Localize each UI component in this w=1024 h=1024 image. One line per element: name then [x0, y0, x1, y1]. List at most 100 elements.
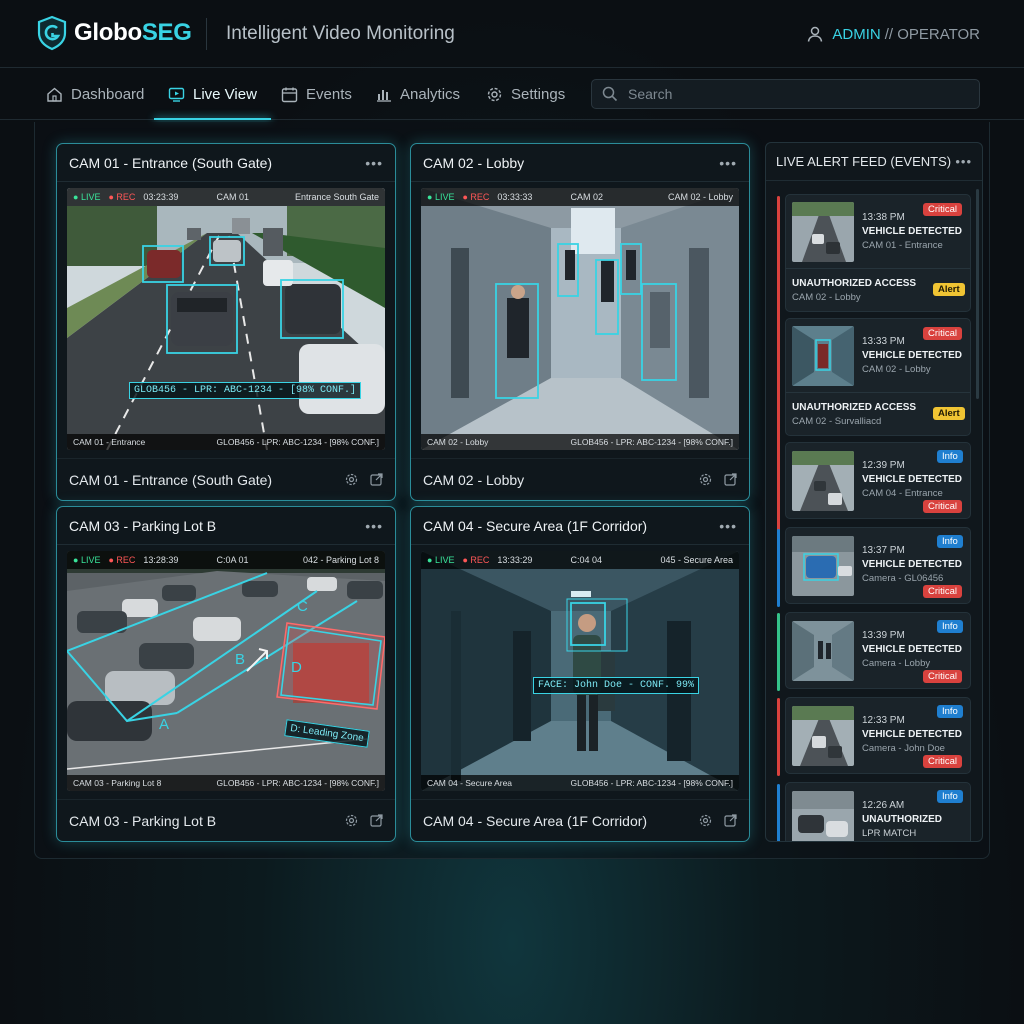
zone-label-d: D	[291, 659, 302, 676]
live-indicator: ● LIVE	[73, 192, 101, 202]
camera-header: CAM 02 - Lobby •••	[411, 144, 749, 182]
feed-status-bar: ● LIVE ● REC 03:33:33 CAM 02 CAM 02 - Lo…	[421, 188, 739, 206]
nav-events[interactable]: Events	[281, 68, 352, 120]
camera-footer: CAM 04 - Secure Area (1F Corridor)	[411, 799, 749, 841]
severity-badge: Critical	[923, 327, 963, 340]
user-role: ADMIN	[832, 25, 881, 43]
live-indicator: ● LIVE	[427, 192, 455, 202]
severity-badge-secondary: Critical	[923, 585, 963, 598]
settings-icon[interactable]	[699, 473, 712, 486]
nav-analytics[interactable]: Analytics	[375, 68, 460, 120]
alert-row: 12:26 AM UNAUTHORIZED LPR MATCH Info	[786, 783, 970, 841]
camera-footer: CAM 01 - Entrance (South Gate)	[57, 458, 395, 500]
header-divider	[206, 18, 207, 50]
feed-lpr-readout: GLOB456 - LPR: ABC-1234 - [98% CONF.]	[216, 778, 379, 788]
alert-thumbnail	[792, 202, 854, 262]
alert-source: Camera - Lobby	[862, 658, 931, 669]
alert-title: VEHICLE DETECTED	[862, 474, 963, 485]
alert-thumbnail	[792, 326, 854, 386]
alert-card[interactable]: 12:39 PM VEHICLE DETECTED CAM 04 - Entra…	[785, 442, 971, 519]
alert-card[interactable]: 13:37 PM VEHICLE DETECTED Camera - GL064…	[785, 527, 971, 604]
alert-row: 13:33 PM VEHICLE DETECTED CAM 02 - Lobby…	[786, 319, 970, 392]
severity-stripe	[777, 613, 780, 691]
camera-panel-04[interactable]: CAM 04 - Secure Area (1F Corridor) ••• ●…	[410, 506, 750, 842]
user-role-secondary: // OPERATOR	[884, 25, 980, 43]
gear-icon	[487, 87, 502, 101]
severity-badge: Info	[937, 450, 963, 463]
nav-settings[interactable]: Settings	[486, 68, 565, 120]
nav-dashboard[interactable]: Dashboard	[46, 68, 144, 120]
alert-row: 13:38 PM VEHICLE DETECTED CAM 01 - Entra…	[786, 195, 970, 268]
camera-feed[interactable]: ● LIVE ● REC 03:23:39 CAM 01 Entrance So…	[67, 188, 385, 450]
feed-location: CAM 02 - Lobby	[667, 192, 733, 202]
feed-info-bar: CAM 03 - Parking Lot 8 GLOB456 - LPR: AB…	[67, 775, 385, 791]
user-menu[interactable]: ADMIN // OPERATOR	[806, 25, 980, 43]
zone-label-c: C	[297, 598, 308, 615]
nav-live-view[interactable]: Live View	[154, 68, 271, 120]
alert-time: 12:33 PM	[862, 715, 905, 726]
more-dots-icon[interactable]: •••	[365, 518, 383, 534]
camera-title: CAM 03 - Parking Lot B	[69, 517, 217, 534]
camera-feed[interactable]: ● LIVE ● REC 13:28:39 C:0A 01 042 - Park…	[67, 551, 385, 791]
camera-panel-01[interactable]: CAM 01 - Entrance (South Gate) ••• ● LIV…	[56, 143, 396, 501]
feed-time: 13:28:39	[143, 555, 179, 565]
settings-icon[interactable]	[345, 473, 358, 486]
more-dots-icon[interactable]: •••	[955, 154, 972, 169]
severity-stripe	[777, 196, 780, 450]
camera-footer: CAM 03 - Parking Lot B	[57, 799, 395, 841]
live-indicator: ● LIVE	[73, 555, 101, 565]
alert-sub-row: UNAUTHORIZED ACCESS CAM 02 - Survalliacd…	[786, 392, 970, 435]
feed-info-bar: CAM 01 - Entrance GLOB456 - LPR: ABC-123…	[67, 434, 385, 450]
settings-icon[interactable]	[699, 814, 712, 827]
camera-footer-title: CAM 02 - Lobby	[423, 471, 525, 488]
alert-card[interactable]: 13:33 PM VEHICLE DETECTED CAM 02 - Lobby…	[785, 318, 971, 436]
user-icon	[808, 26, 823, 42]
camera-header: CAM 01 - Entrance (South Gate) •••	[57, 144, 395, 182]
search-box[interactable]	[591, 79, 980, 109]
alert-time: 12:39 PM	[862, 460, 905, 471]
alert-title-line2: LPR MATCH	[862, 828, 917, 839]
alert-card[interactable]: 12:26 AM UNAUTHORIZED LPR MATCH Info	[785, 782, 971, 841]
more-dots-icon[interactable]: •••	[719, 518, 737, 534]
settings-icon[interactable]	[345, 814, 358, 827]
severity-badge: Info	[937, 620, 963, 633]
severity-badge-secondary: Critical	[923, 500, 963, 513]
camera-panel-02[interactable]: CAM 02 - Lobby ••• ● LIVE ● REC 03:33:33…	[410, 143, 750, 501]
feed-camera-label: CAM 04 - Secure Area	[427, 778, 513, 788]
more-dots-icon[interactable]: •••	[719, 155, 737, 171]
alert-source: CAM 02 - Lobby	[862, 364, 931, 375]
search-icon	[602, 86, 618, 102]
feed-location: 042 - Parking Lot 8	[302, 555, 379, 565]
feed-camera-id: C:04 04	[570, 555, 602, 565]
external-link-icon[interactable]	[724, 473, 737, 486]
search-input[interactable]	[628, 86, 958, 102]
severity-stripe	[777, 698, 780, 776]
brand-name: GloboSEG	[74, 19, 192, 46]
camera-feed[interactable]: ● LIVE ● REC 03:33:33 CAM 02 CAM 02 - Lo…	[421, 188, 739, 450]
alert-title: VEHICLE DETECTED	[862, 350, 963, 361]
more-dots-icon[interactable]: •••	[365, 155, 383, 171]
rec-indicator: ● REC	[108, 192, 136, 202]
alert-thumbnail	[792, 621, 854, 681]
alert-feed-panel: LIVE ALERT FEED (EVENTS) ••• 13:38 PM VE…	[765, 142, 983, 842]
logo[interactable]: GloboSEG	[36, 15, 192, 51]
alert-title: VEHICLE DETECTED	[862, 559, 963, 570]
alert-thumbnail	[792, 706, 854, 766]
alert-time: 13:38 PM	[862, 212, 905, 223]
external-link-icon[interactable]	[370, 473, 383, 486]
alert-card[interactable]: 13:39 PM VEHICLE DETECTED Camera - Lobby…	[785, 612, 971, 689]
feed-lpr-readout: GLOB456 - LPR: ABC-1234 - [98% CONF.]	[216, 437, 379, 447]
home-icon	[47, 87, 62, 102]
camera-footer-title: CAM 03 - Parking Lot B	[69, 812, 217, 829]
external-link-icon[interactable]	[724, 814, 737, 827]
severity-badge: Critical	[923, 203, 963, 216]
external-link-icon[interactable]	[370, 814, 383, 827]
camera-feed[interactable]: ● LIVE ● REC 13:33:29 C:04 04 045 - Secu…	[421, 551, 739, 791]
alert-title: VEHICLE DETECTED	[862, 226, 963, 237]
zone-label-a: A	[159, 716, 170, 733]
alert-card[interactable]: 13:38 PM VEHICLE DETECTED CAM 01 - Entra…	[785, 194, 971, 312]
alert-card[interactable]: 12:33 PM VEHICLE DETECTED Camera - John …	[785, 697, 971, 774]
feed-status-bar: ● LIVE ● REC 13:28:39 C:0A 01 042 - Park…	[67, 551, 385, 569]
feed-status-bar: ● LIVE ● REC 03:23:39 CAM 01 Entrance So…	[67, 188, 385, 206]
camera-panel-03[interactable]: CAM 03 - Parking Lot B ••• ● LIVE ● REC …	[56, 506, 396, 842]
